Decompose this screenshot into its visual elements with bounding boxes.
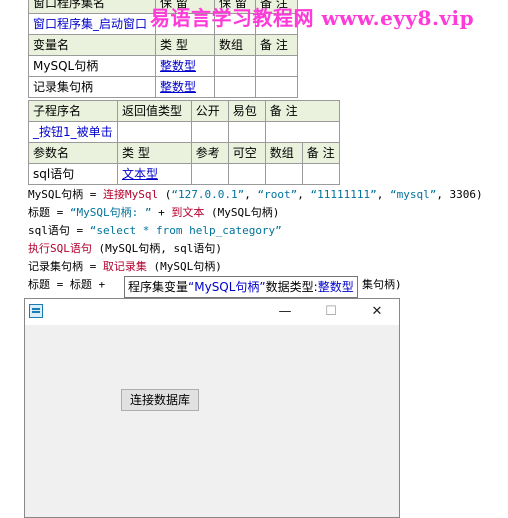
header-type: 类 型 <box>155 34 215 56</box>
tooltip-var-name: “MySQL句柄” <box>188 280 266 294</box>
empty-cell <box>117 121 192 143</box>
code-token: 标题 = <box>28 206 70 219</box>
code-line-6-tail: 集句柄) <box>362 278 402 291</box>
code-line-3[interactable]: sql语句 = “select * from help_category” <box>28 222 282 240</box>
code-token: (MySQL句柄) <box>146 260 222 273</box>
code-token: , <box>244 188 258 201</box>
code-token: 到文本 <box>171 206 205 219</box>
code-token: 执行SQL语句 <box>28 242 92 255</box>
site-watermark: 易语言学习教程网 www.eyy8.vip <box>150 6 475 30</box>
header-assembly-name: 窗口程序集名 <box>28 0 156 14</box>
maximize-button[interactable]: ☐ <box>311 299 351 325</box>
header-array: 数组 <box>264 142 303 164</box>
code-line-5[interactable]: 记录集句柄 = 取记录集 (MySQL句柄) <box>28 258 222 276</box>
tooltip-text: 数据类型: <box>265 280 318 294</box>
connect-database-button[interactable]: 连接数据库 <box>121 389 199 411</box>
empty-cell <box>264 121 341 143</box>
param-type-cell[interactable]: 文本型 <box>117 163 192 185</box>
empty-cell <box>227 163 266 185</box>
header-remark: 备 注 <box>255 34 298 56</box>
header-nullable: 可空 <box>227 142 266 164</box>
empty-cell <box>227 121 266 143</box>
tooltip-type: 整数型 <box>317 280 354 294</box>
code-token: sql语句 = <box>28 224 90 237</box>
param-name-cell[interactable]: sql语句 <box>28 163 118 185</box>
header-param-name: 参数名 <box>28 142 118 164</box>
subroutine-table: 子程序名 返回值类型 公开 易包 备 注 _按钮1_被单击 参数名 类 型 参考… <box>28 100 341 185</box>
code-token: 记录集句柄 = <box>28 260 103 273</box>
empty-cell <box>214 76 256 98</box>
header-return-type: 返回值类型 <box>117 100 192 122</box>
code-token: , 3306) <box>436 188 483 201</box>
variable-tooltip: 程序集变量“MySQL句柄”数据类型:整数型 <box>124 276 358 298</box>
code-token: MySQL句柄 = <box>28 188 103 201</box>
app-icon <box>29 304 43 318</box>
header-reference: 参考 <box>190 142 229 164</box>
code-token: 标题 = 标题 + <box>28 278 112 291</box>
header-sub-name: 子程序名 <box>28 100 118 122</box>
code-token: “11111111” <box>310 188 377 201</box>
sub-name-cell[interactable]: _按钮1_被单击 <box>28 121 118 143</box>
header-var-name: 变量名 <box>28 34 156 56</box>
code-token: ( <box>158 188 172 201</box>
app-window: — ☐ ✕ 连接数据库 <box>24 298 400 518</box>
close-button[interactable]: ✕ <box>357 299 397 325</box>
empty-cell <box>214 55 256 77</box>
code-token: “MySQL句柄: ” <box>69 206 152 219</box>
window-titlebar[interactable]: — ☐ ✕ <box>25 299 399 325</box>
code-token: , <box>297 188 311 201</box>
var-name-cell[interactable]: MySQL句柄 <box>28 55 156 77</box>
empty-cell <box>255 76 298 98</box>
assembly-name-cell[interactable]: 窗口程序集_启动窗口 <box>28 13 156 35</box>
empty-cell <box>301 163 341 185</box>
code-line-6[interactable]: 标题 = 标题 + <box>28 276 112 294</box>
header-public: 公开 <box>190 100 229 122</box>
code-token: “select * from help_category” <box>89 224 282 237</box>
code-token: + <box>151 206 172 219</box>
code-token: 取记录集 <box>102 260 147 273</box>
header-param-type: 类 型 <box>117 142 192 164</box>
code-token: (MySQL句柄, sql语句) <box>91 242 222 255</box>
empty-cell <box>264 163 303 185</box>
header-remark: 备 注 <box>301 142 341 164</box>
header-easy-package: 易包 <box>227 100 266 122</box>
var-type-cell[interactable]: 整数型 <box>155 55 215 77</box>
minimize-button[interactable]: — <box>265 299 305 325</box>
code-token: “root” <box>257 188 298 201</box>
code-token: , <box>376 188 390 201</box>
code-token: “mysql” <box>389 188 437 201</box>
code-token: 连接MySql <box>102 188 159 201</box>
tooltip-text: 程序集变量 <box>128 280 189 294</box>
code-line-2[interactable]: 标题 = “MySQL句柄: ” + 到文本 (MySQL句柄) <box>28 204 279 222</box>
empty-cell <box>190 121 229 143</box>
code-token: (MySQL句柄) <box>204 206 280 219</box>
header-array: 数组 <box>214 34 256 56</box>
var-name-cell[interactable]: 记录集句柄 <box>28 76 156 98</box>
var-type-cell[interactable]: 整数型 <box>155 76 215 98</box>
empty-cell <box>190 163 229 185</box>
header-remark: 备 注 <box>264 100 341 122</box>
code-token: “127.0.0.1” <box>171 188 245 201</box>
empty-cell <box>255 55 298 77</box>
code-line-1[interactable]: MySQL句柄 = 连接MySql (“127.0.0.1”, “root” , … <box>28 186 483 204</box>
code-line-4[interactable]: 执行SQL语句 (MySQL句柄, sql语句) <box>28 240 222 258</box>
